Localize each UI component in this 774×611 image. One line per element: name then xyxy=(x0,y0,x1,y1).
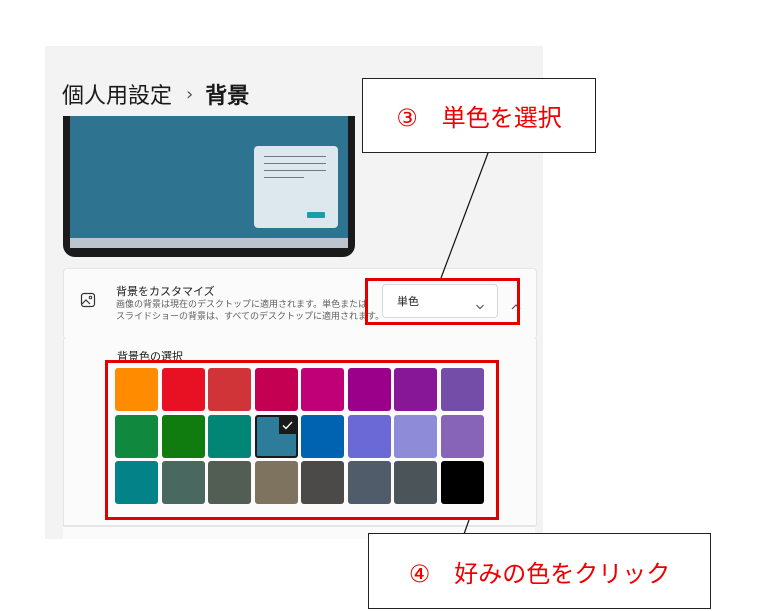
callout-step4: ④ 好みの色をクリック xyxy=(368,533,711,609)
callout-step3: ③ 単色を選択 xyxy=(362,78,596,153)
